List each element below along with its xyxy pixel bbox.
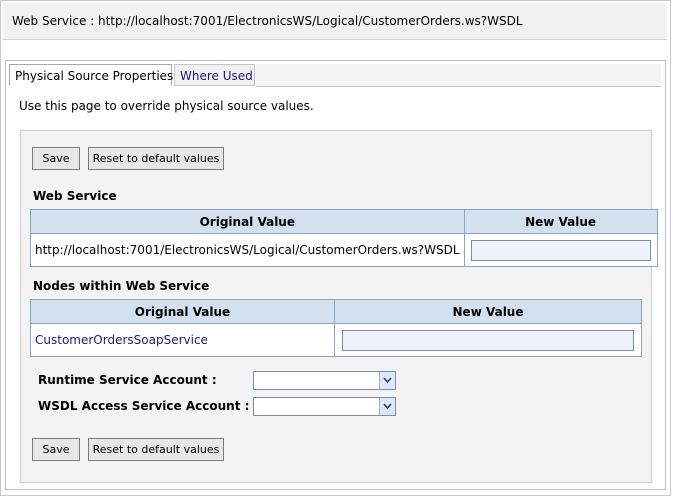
web-service-new-value-input[interactable] [470,239,651,261]
save-button-top[interactable]: Save [32,147,80,170]
column-header-new: New Value [334,299,642,324]
intro-text: Use this page to override physical sourc… [19,99,314,113]
column-header-original: Original Value [30,299,335,324]
web-service-section-label: Web Service [33,189,117,203]
runtime-service-account-label: Runtime Service Account : [38,373,217,387]
tabstrip [256,64,661,87]
column-header-original: Original Value [30,209,465,234]
wsdl-access-service-account-select[interactable] [253,397,396,416]
properties-form: Save Reset to default values Web Service… [20,130,658,483]
chevron-down-icon [379,372,395,389]
node-new-value-input[interactable] [342,329,634,351]
nodes-section-label: Nodes within Web Service [33,279,210,293]
page-header: Web Service : http://localhost:7001/Elec… [3,3,667,40]
page-title: Web Service : http://localhost:7001/Elec… [12,14,523,28]
tab-where-used[interactable]: Where Used [174,64,255,86]
column-header-new: New Value [463,209,658,234]
table-row: http://localhost:7001/ElectronicsWS/Logi… [30,233,658,267]
web-service-original-value: http://localhost:7001/ElectronicsWS/Logi… [30,233,465,267]
save-button-bottom[interactable]: Save [32,438,80,461]
chevron-down-icon [379,398,395,415]
web-service-table: Original Value New Value http://localhos… [30,209,658,267]
reset-button-top[interactable]: Reset to default values [88,147,224,170]
runtime-service-account-select[interactable] [253,371,396,390]
wsdl-access-service-account-label: WSDL Access Service Account : [38,399,250,413]
tab-physical-source-properties[interactable]: Physical Source Properties [9,64,173,86]
nodes-table: Original Value New Value CustomerOrdersS… [30,299,642,357]
node-link[interactable]: CustomerOrdersSoapService [35,333,208,347]
table-row: CustomerOrdersSoapService [30,323,642,357]
reset-button-bottom[interactable]: Reset to default values [88,438,224,461]
